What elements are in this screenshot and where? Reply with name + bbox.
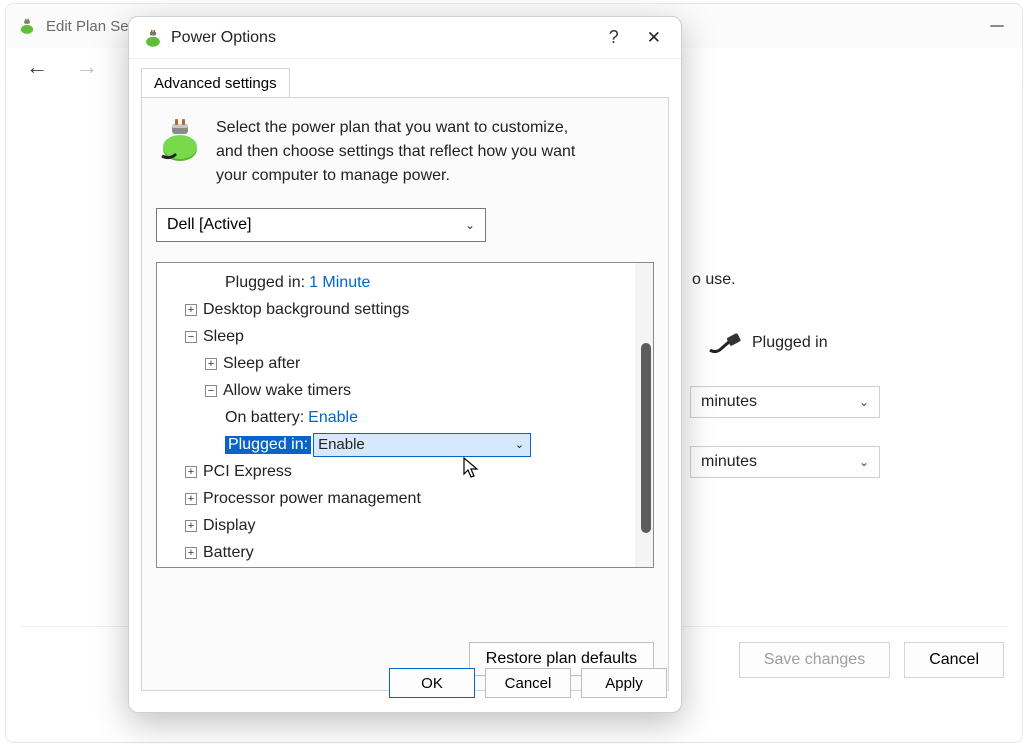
- ok-button[interactable]: OK: [389, 668, 475, 698]
- expand-icon[interactable]: +: [185, 493, 197, 505]
- bg-minutes-dropdown-1[interactable]: minutes ⌄: [690, 386, 880, 418]
- bg-text-fragment: o use.: [692, 271, 736, 289]
- minimize-icon[interactable]: [990, 25, 1004, 27]
- tree-row-sleep[interactable]: − Sleep: [165, 323, 645, 350]
- help-button[interactable]: ?: [609, 27, 619, 48]
- chevron-down-icon: ⌄: [859, 395, 869, 409]
- expand-icon[interactable]: +: [185, 520, 197, 532]
- power-options-dialog: Power Options ? ✕ Advanced settings Sele…: [128, 16, 682, 713]
- plugged-in-column-header: Plugged in: [752, 334, 828, 352]
- intro-row: Select the power plan that you want to c…: [156, 116, 654, 188]
- on-battery-value-link[interactable]: Enable: [308, 409, 358, 427]
- tab-advanced-settings[interactable]: Advanced settings: [141, 68, 290, 98]
- collapse-icon[interactable]: −: [185, 331, 197, 343]
- plugged-in-value-link[interactable]: 1 Minute: [309, 274, 370, 292]
- save-changes-button[interactable]: Save changes: [739, 642, 890, 678]
- settings-tree: Plugged in: 1 Minute + Desktop backgroun…: [156, 262, 654, 568]
- chevron-down-icon: ⌄: [465, 218, 475, 232]
- power-plan-value: Dell [Active]: [167, 216, 251, 234]
- tree-row-battery[interactable]: + Battery: [165, 539, 645, 566]
- plugged-in-value: Enable: [318, 436, 365, 453]
- bg-minutes-dropdown-2[interactable]: minutes ⌄: [690, 446, 880, 478]
- bg-minutes-label-2: minutes: [701, 453, 757, 471]
- plug-icon: [708, 330, 744, 356]
- tree-scrollbar-track[interactable]: [635, 263, 653, 567]
- bg-minutes-label-1: minutes: [701, 393, 757, 411]
- tree-row-pci-express[interactable]: + PCI Express: [165, 458, 645, 485]
- back-button[interactable]: ←: [26, 54, 48, 80]
- tree-row-allow-wake-timers[interactable]: − Allow wake timers: [165, 377, 645, 404]
- dialog-buttons: OK Cancel Apply: [389, 668, 667, 698]
- tab-panel: Select the power plan that you want to c…: [141, 97, 669, 691]
- battery-icon: [156, 116, 204, 164]
- chevron-down-icon: ⌄: [859, 455, 869, 469]
- bg-buttons: Save changes Cancel: [739, 642, 1004, 678]
- collapse-icon[interactable]: −: [205, 385, 217, 397]
- tree-row-desktop-background[interactable]: + Desktop background settings: [165, 296, 645, 323]
- plugged-in-value-combo[interactable]: Enable ⌄: [313, 433, 531, 457]
- window-controls: [990, 25, 1010, 27]
- cancel-button-bg[interactable]: Cancel: [904, 642, 1004, 678]
- intro-text: Select the power plan that you want to c…: [216, 116, 586, 188]
- chevron-down-icon: ⌄: [515, 438, 524, 451]
- tree-row-on-battery[interactable]: On battery: Enable: [165, 404, 645, 431]
- dialog-titlebar: Power Options ? ✕: [129, 17, 681, 59]
- expand-icon[interactable]: +: [185, 466, 197, 478]
- on-battery-label: On battery:: [225, 409, 304, 427]
- tree-scrollbar-thumb[interactable]: [641, 343, 651, 533]
- tree-row-display[interactable]: + Display: [165, 512, 645, 539]
- tree-row-plugged-in-minute[interactable]: Plugged in: 1 Minute: [165, 269, 645, 296]
- tree-row-processor[interactable]: + Processor power management: [165, 485, 645, 512]
- dialog-title: Power Options: [171, 29, 276, 47]
- apply-button[interactable]: Apply: [581, 668, 667, 698]
- plugged-in-selected-label: Plugged in:: [225, 436, 311, 454]
- expand-icon[interactable]: +: [205, 358, 217, 370]
- app-icon: [18, 17, 36, 35]
- power-plan-dropdown[interactable]: Dell [Active] ⌄: [156, 208, 486, 242]
- expand-icon[interactable]: +: [185, 547, 197, 559]
- forward-button[interactable]: →: [76, 54, 98, 80]
- close-button[interactable]: ✕: [647, 28, 661, 48]
- plugged-in-label: Plugged in:: [225, 274, 305, 292]
- tabstrip: Advanced settings: [129, 59, 681, 97]
- tree-row-plugged-in-selected[interactable]: Plugged in: Enable ⌄: [165, 431, 645, 458]
- tree-row-sleep-after[interactable]: + Sleep after: [165, 350, 645, 377]
- cancel-button[interactable]: Cancel: [485, 668, 571, 698]
- power-options-icon: [143, 28, 163, 48]
- expand-icon[interactable]: +: [185, 304, 197, 316]
